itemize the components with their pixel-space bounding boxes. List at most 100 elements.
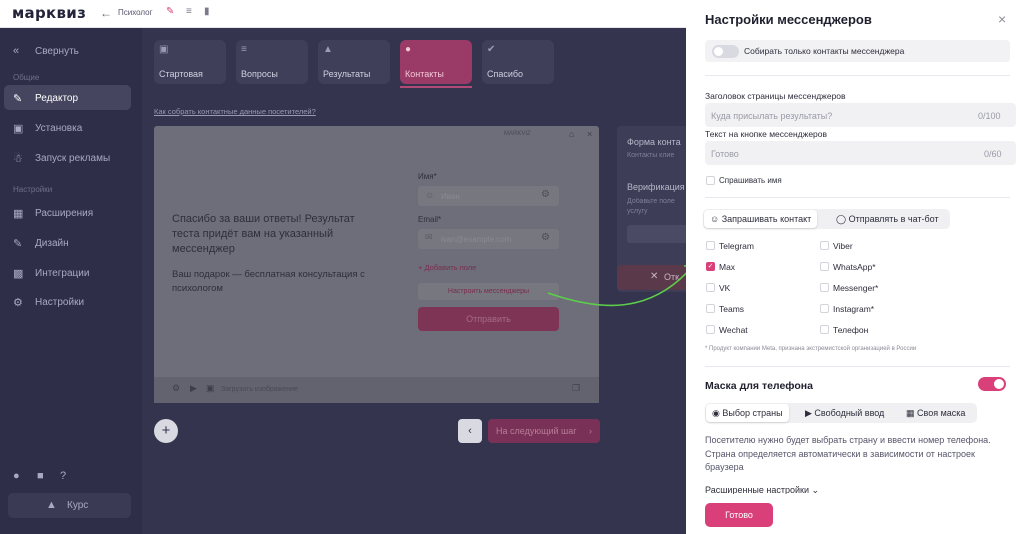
help-icon[interactable]: ?	[60, 470, 66, 482]
sidebar-item-settings[interactable]: Настройки	[35, 297, 84, 308]
name-input[interactable]	[418, 186, 559, 206]
list-icon[interactable]: ≡	[186, 6, 192, 17]
extensions-icon: ▦	[13, 208, 24, 220]
grid-icon: ▦	[906, 408, 918, 418]
next-step-button[interactable]: На следующий шаг ›	[488, 419, 600, 443]
start-icon: ▣	[159, 44, 169, 55]
sidebar-item-extensions[interactable]: Расширения	[35, 208, 93, 219]
gear-icon[interactable]: ⚙	[541, 189, 550, 200]
messenger-label: Телефон	[833, 325, 869, 335]
upload-image-label[interactable]: Загрузить изображение	[221, 386, 298, 393]
button-text-input[interactable]	[705, 141, 1016, 165]
stats-icon[interactable]: ▮	[204, 6, 210, 17]
done-button[interactable]: Готово	[705, 503, 773, 527]
setup-messengers-button[interactable]: Настроить мессенджеры	[418, 283, 559, 300]
image-icon[interactable]: ▣	[206, 383, 215, 394]
sidebar-item-design[interactable]: Дизайн	[35, 238, 69, 249]
gear-icon: ⚙	[13, 297, 23, 309]
edit-icon[interactable]: ✎	[166, 6, 174, 17]
messenger-label: Telegram	[719, 241, 754, 251]
close-icon[interactable]: ×	[998, 11, 1006, 27]
instagram-checkbox[interactable]	[820, 304, 829, 313]
max-checkbox[interactable]: ✓	[706, 262, 715, 271]
next-step-label: На следующий шаг	[496, 426, 577, 436]
list-icon: ≡	[241, 44, 247, 55]
messenger-checkbox[interactable]	[820, 283, 829, 292]
sidebar-item-editor[interactable]: Редактор	[35, 93, 78, 104]
phone-mask-toggle[interactable]	[978, 377, 1006, 391]
integrations-icon: ▩	[13, 268, 24, 280]
header-placeholder: Куда присылать результаты?	[711, 111, 833, 121]
sidebar-item-install[interactable]: Установка	[35, 123, 82, 134]
email-placeholder: ivan@example.com	[441, 235, 512, 244]
header-field-label: Заголовок страницы мессенджеров	[705, 91, 846, 101]
phone-checkbox[interactable]	[820, 325, 829, 334]
viber-checkbox[interactable]	[820, 241, 829, 250]
megaphone-icon: ☃	[13, 153, 23, 165]
whatsapp-checkbox[interactable]	[820, 262, 829, 271]
ask-name-label: Спрашивать имя	[719, 176, 782, 185]
preview-gift: Ваш подарок — бесплатная консультация с …	[172, 269, 365, 294]
tab-free-input[interactable]: ▶ Свободный ввод	[799, 404, 890, 422]
user-icon: ●	[405, 44, 412, 55]
button-char-count: 0/60	[984, 149, 1002, 159]
back-arrow-icon[interactable]: ←	[100, 6, 112, 20]
teams-checkbox[interactable]	[706, 304, 715, 313]
ask-name-checkbox[interactable]	[706, 176, 715, 185]
sidebar-item-ads[interactable]: Запуск рекламы	[35, 153, 110, 164]
sidebar-section-general: Общие	[13, 73, 40, 82]
sidebar-section-settings: Настройки	[13, 185, 53, 194]
telegram-checkbox[interactable]	[706, 241, 715, 250]
check-circle-icon: ✔	[487, 44, 496, 55]
close-icon[interactable]: ×	[587, 129, 592, 139]
location-icon[interactable]: ●	[13, 470, 20, 482]
annotation-arrow	[547, 264, 695, 307]
collapse-button[interactable]: Свернуть	[35, 46, 79, 57]
prev-step-button[interactable]: ‹	[458, 419, 482, 443]
mail-icon: ✉	[425, 232, 433, 242]
home-icon[interactable]: ⌂	[569, 129, 574, 139]
tab-country-select[interactable]: ◉ Выбор страны	[706, 404, 789, 422]
messenger-label: WhatsApp*	[833, 262, 876, 272]
button-placeholder: Готово	[711, 149, 739, 159]
email-label: Email*	[418, 215, 442, 224]
messenger-label: Viber	[833, 241, 853, 251]
gear-icon[interactable]: ⚙	[172, 383, 180, 394]
messenger-label: Instagram*	[833, 304, 875, 314]
vk-checkbox[interactable]	[706, 283, 715, 292]
collect-only-toggle[interactable]	[712, 45, 739, 58]
folder-icon[interactable]: ■	[37, 470, 44, 482]
preview-card	[154, 126, 599, 403]
sidebar-item-integrations[interactable]: Интеграции	[35, 268, 89, 279]
wechat-checkbox[interactable]	[706, 325, 715, 334]
course-label: Курс	[67, 500, 89, 511]
modal-title: Настройки мессенджеров	[705, 12, 872, 27]
messenger-label: Messenger*	[833, 283, 879, 293]
add-step-button[interactable]: +	[154, 419, 178, 443]
name-label: Имя*	[418, 172, 437, 181]
top-bar: марквиз ← Психолог ✎ ≡ ▮	[0, 0, 686, 28]
results-icon: ▲	[323, 44, 333, 55]
user-icon: ☺	[710, 214, 722, 224]
quiz-name[interactable]: Психолог	[118, 8, 153, 17]
name-placeholder: Иван	[441, 192, 460, 201]
side-verify-toggle-area[interactable]	[627, 225, 686, 243]
preview-brand: MARKVIZ	[504, 131, 531, 137]
pencil-icon: ✎	[13, 93, 23, 105]
gear-icon[interactable]: ⚙	[541, 232, 550, 243]
copy-icon[interactable]: ❐	[572, 383, 580, 394]
mask-description: Посетителю нужно будет выбрать страну и …	[705, 435, 991, 472]
step-start-label: Стартовая	[159, 69, 203, 79]
collapse-icon[interactable]: «	[13, 45, 19, 57]
add-field-button[interactable]: + Добавить поле	[418, 263, 476, 272]
graduation-cap-icon: ▲	[46, 499, 57, 511]
tab-request-contact[interactable]: ☺ Запрашивать контакт	[704, 210, 818, 228]
submit-button[interactable]: Отправить	[418, 307, 559, 331]
step-contacts-label: Контакты	[405, 69, 444, 79]
play-icon[interactable]: ▶	[190, 383, 197, 394]
tab-custom-mask[interactable]: ▦ Своя маска	[900, 404, 971, 422]
tab-send-to-bot[interactable]: ◯ Отправлять в чат-бот	[830, 210, 945, 228]
speaker-icon: ▶	[805, 408, 815, 418]
help-link[interactable]: Как собрать контактные данные посетителе…	[154, 107, 316, 116]
install-icon: ▣	[13, 123, 24, 135]
